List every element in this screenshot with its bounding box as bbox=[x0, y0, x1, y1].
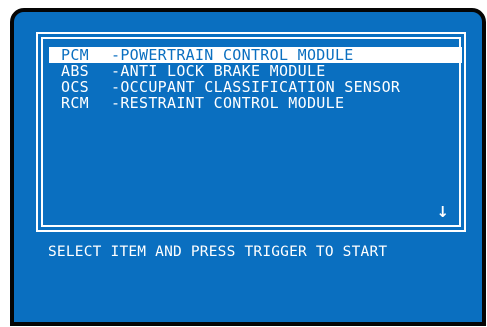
menu-item-description: -POWERTRAIN CONTROL MODULE bbox=[111, 46, 354, 64]
instruction-prompt: SELECT ITEM AND PRESS TRIGGER TO START bbox=[48, 244, 388, 260]
menu-item-rcm[interactable]: RCM -RESTRAINT CONTROL MODULE bbox=[49, 95, 462, 111]
menu-item-description: -OCCUPANT CLASSIFICATION SENSOR bbox=[111, 78, 401, 96]
module-menu-inner-frame: PCM -POWERTRAIN CONTROL MODULE ABS -ANTI L… bbox=[41, 37, 462, 227]
menu-item-code: ABS bbox=[61, 62, 89, 80]
menu-item-code: RCM bbox=[61, 94, 89, 112]
menu-item-abs[interactable]: ABS -ANTI LOCK BRAKE MODULE bbox=[49, 63, 462, 79]
menu-item-pcm[interactable]: PCM -POWERTRAIN CONTROL MODULE bbox=[49, 47, 462, 63]
menu-item-code: PCM bbox=[61, 46, 89, 64]
menu-item-ocs[interactable]: OCS -OCCUPANT CLASSIFICATION SENSOR bbox=[49, 79, 462, 95]
menu-item-code: OCS bbox=[61, 78, 89, 96]
scan-tool-screen: PCM -POWERTRAIN CONTROL MODULE ABS -ANTI L… bbox=[10, 8, 486, 326]
module-menu-list: PCM -POWERTRAIN CONTROL MODULE ABS -ANTI L… bbox=[49, 47, 462, 111]
menu-item-description: -RESTRAINT CONTROL MODULE bbox=[111, 94, 345, 112]
module-menu-frame: PCM -POWERTRAIN CONTROL MODULE ABS -ANTI L… bbox=[36, 32, 466, 232]
menu-item-description: -ANTI LOCK BRAKE MODULE bbox=[111, 62, 326, 80]
down-arrow-icon[interactable]: ↓ bbox=[436, 204, 449, 220]
